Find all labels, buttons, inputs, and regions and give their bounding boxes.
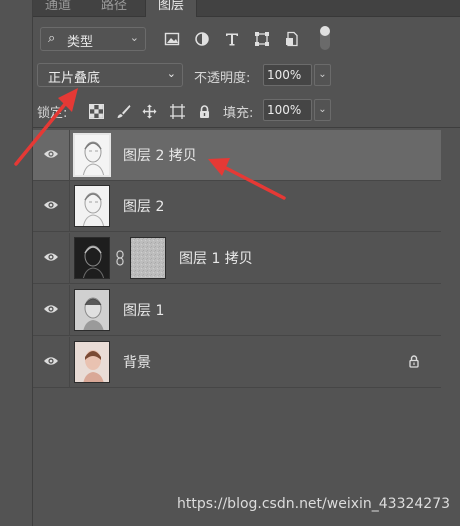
layer-thumbnail[interactable] xyxy=(74,341,110,383)
layer-thumbnail[interactable] xyxy=(74,237,110,279)
chevron-down-icon: ⌄ xyxy=(129,31,139,44)
layer-thumbnail[interactable] xyxy=(73,133,111,177)
layer-row-layer2[interactable]: 图层 2 xyxy=(33,181,441,232)
layer-separator xyxy=(69,130,70,181)
layer-lock-icon xyxy=(409,355,419,368)
layer-filter-row: ⌕ 类型 ⌄ xyxy=(33,17,460,61)
layers-panel: 通道 路径 图层 ⌕ 类型 ⌄ 正片叠底 ⌄ 不透明度: 100% ⌄ 锁定: … xyxy=(0,0,460,526)
chevron-down-icon: ⌄ xyxy=(166,67,176,80)
layer-thumbnail[interactable] xyxy=(74,185,110,227)
blend-opacity-row: 正片叠底 ⌄ 不透明度: 100% ⌄ xyxy=(33,61,460,92)
shape-layer-filter-icon[interactable] xyxy=(252,29,272,49)
layer-name[interactable]: 图层 2 拷贝 xyxy=(123,145,197,165)
layer-name[interactable]: 图层 1 拷贝 xyxy=(179,248,253,268)
layer-separator xyxy=(69,233,70,284)
blend-mode-value: 正片叠底 xyxy=(48,71,101,86)
visibility-eye-icon[interactable] xyxy=(43,303,59,315)
search-icon: ⌕ xyxy=(48,31,56,46)
layer-name[interactable]: 图层 1 xyxy=(123,300,164,320)
layer-row-layer1-copy[interactable]: 图层 1 拷贝 xyxy=(33,233,441,284)
visibility-eye-icon[interactable] xyxy=(43,251,59,263)
layer-mask-thumbnail[interactable] xyxy=(130,237,166,279)
fill-label: 填充: xyxy=(223,106,254,121)
lock-label: 锁定: xyxy=(37,106,68,121)
opacity-label: 不透明度: xyxy=(194,71,251,86)
layer-separator xyxy=(69,181,70,232)
lock-position-move-icon[interactable] xyxy=(140,102,158,120)
filter-kind-label: 类型 xyxy=(67,35,94,50)
visibility-eye-icon[interactable] xyxy=(43,199,59,211)
layer-row-background[interactable]: 背景 xyxy=(33,337,441,388)
filter-toggle-switch[interactable] xyxy=(320,26,330,50)
panel-tab-bar: 通道 路径 图层 xyxy=(33,0,460,17)
layer-thumbnail[interactable] xyxy=(74,289,110,331)
tab-channels[interactable]: 通道 xyxy=(33,0,83,17)
layer-separator xyxy=(69,337,70,388)
visibility-eye-icon[interactable] xyxy=(43,148,59,160)
visibility-eye-icon[interactable] xyxy=(43,355,59,367)
layer-separator xyxy=(69,285,70,336)
lock-all-icon[interactable] xyxy=(195,102,213,120)
tab-layers[interactable]: 图层 xyxy=(145,0,198,17)
lock-transparency-icon[interactable] xyxy=(87,102,105,120)
mask-link-chain-icon[interactable] xyxy=(116,250,124,266)
opacity-input[interactable]: 100% xyxy=(263,64,312,86)
layer-name[interactable]: 背景 xyxy=(123,352,151,372)
type-layer-filter-icon[interactable] xyxy=(222,29,242,49)
opacity-slider-chevron-icon[interactable]: ⌄ xyxy=(314,64,331,86)
tab-paths[interactable]: 路径 xyxy=(89,0,139,17)
lock-pixels-brush-icon[interactable] xyxy=(114,102,132,120)
fill-input[interactable]: 100% xyxy=(263,99,312,121)
watermark-text: https://blog.csdn.net/weixin_43324273 xyxy=(177,496,451,512)
layer-kind-filter-dropdown[interactable]: ⌕ 类型 ⌄ xyxy=(40,27,146,51)
adjustment-layer-filter-icon[interactable] xyxy=(192,29,212,49)
blend-mode-dropdown[interactable]: 正片叠底 ⌄ xyxy=(37,63,183,87)
smart-object-filter-icon[interactable] xyxy=(282,29,302,49)
pixel-layer-filter-icon[interactable] xyxy=(162,29,182,49)
lock-artboard-icon[interactable] xyxy=(168,102,186,120)
lock-fill-row: 锁定: 填充: 100% ⌄ xyxy=(33,92,460,128)
left-dock-strip xyxy=(0,0,33,526)
layer-row-layer1[interactable]: 图层 1 xyxy=(33,285,441,336)
layer-name[interactable]: 图层 2 xyxy=(123,196,164,216)
layers-scrollbar-track[interactable] xyxy=(441,128,460,526)
layer-row-layer2-copy[interactable]: 图层 2 拷贝 xyxy=(33,130,441,181)
fill-slider-chevron-icon[interactable]: ⌄ xyxy=(314,99,331,121)
